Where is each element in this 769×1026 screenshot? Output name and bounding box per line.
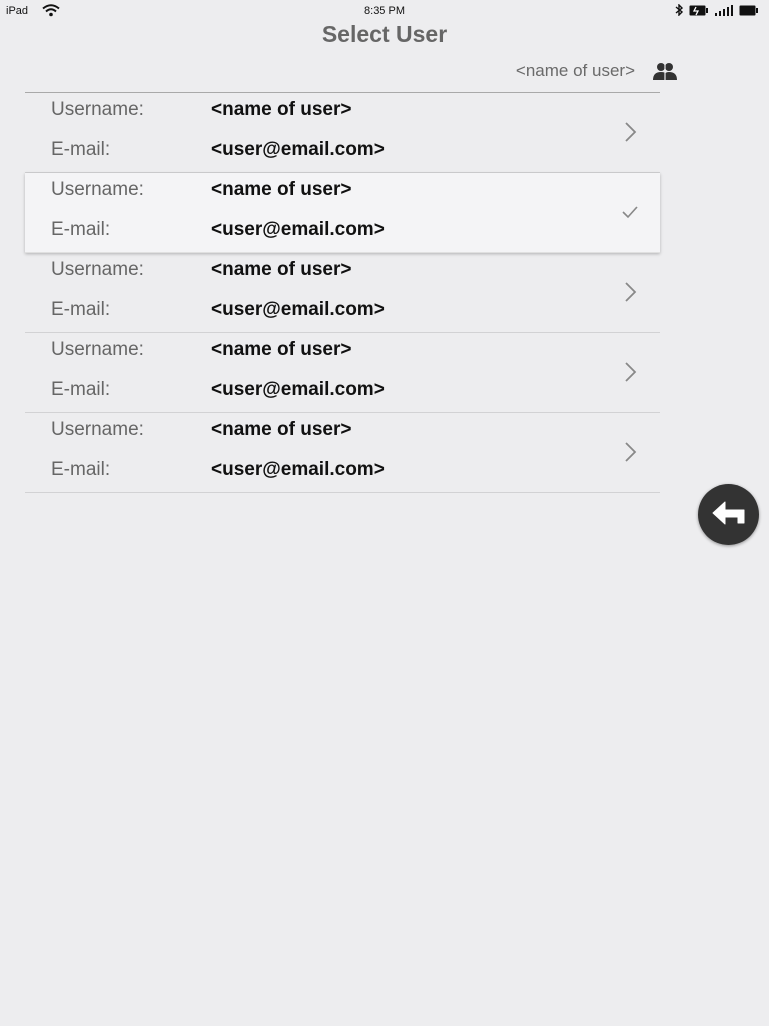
email-label: E-mail: (51, 299, 111, 320)
email-label: E-mail: (51, 459, 111, 480)
chevron-right-icon (619, 441, 641, 463)
status-indicators (675, 3, 759, 19)
battery-icon (739, 5, 759, 19)
user-row[interactable]: Username: <name of user> E-mail: <user@emai… (25, 333, 660, 413)
user-list: Username: <name of user> E-mail: <user@emai… (25, 93, 660, 493)
user-row[interactable]: Username: <name of user> E-mail: <user@emai… (25, 413, 660, 493)
username-value: <name of user> (211, 339, 352, 360)
email-label: E-mail: (51, 139, 111, 160)
bluetooth-icon (675, 3, 684, 19)
email-value: <user@email.com> (211, 299, 385, 320)
user-row[interactable]: Username: <name of user> E-mail: <user@emai… (25, 173, 660, 253)
username-value: <name of user> (211, 419, 352, 440)
username-label: Username: (51, 259, 144, 280)
email-label: E-mail: (51, 219, 111, 240)
user-row[interactable]: Username: <name of user> E-mail: <user@emai… (25, 253, 660, 333)
battery-charging-icon (689, 5, 709, 19)
back-button[interactable] (698, 484, 759, 545)
email-value: <user@email.com> (211, 459, 385, 480)
chevron-right-icon (619, 121, 641, 143)
email-label: E-mail: (51, 379, 111, 400)
signal-icon (715, 4, 733, 19)
username-label: Username: (51, 339, 144, 360)
username-label: Username: (51, 419, 144, 440)
users-icon[interactable] (653, 62, 677, 87)
return-arrow-icon (712, 501, 744, 524)
username-label: Username: (51, 179, 144, 200)
chevron-right-icon (619, 281, 641, 303)
current-user-label: <name of user> (515, 61, 635, 80)
email-value: <user@email.com> (211, 139, 385, 160)
user-row[interactable]: Username: <name of user> E-mail: <user@emai… (25, 93, 660, 173)
email-value: <user@email.com> (211, 379, 385, 400)
username-value: <name of user> (211, 99, 352, 120)
email-value: <user@email.com> (211, 219, 385, 240)
username-value: <name of user> (211, 259, 352, 280)
status-bar: iPad 8:35 PM (0, 0, 769, 22)
chevron-right-icon (619, 361, 641, 383)
checkmark-icon (619, 201, 641, 223)
status-time: 8:35 PM (364, 5, 405, 17)
username-label: Username: (51, 99, 144, 120)
username-value: <name of user> (211, 179, 352, 200)
page-title: Select User (321, 21, 448, 47)
